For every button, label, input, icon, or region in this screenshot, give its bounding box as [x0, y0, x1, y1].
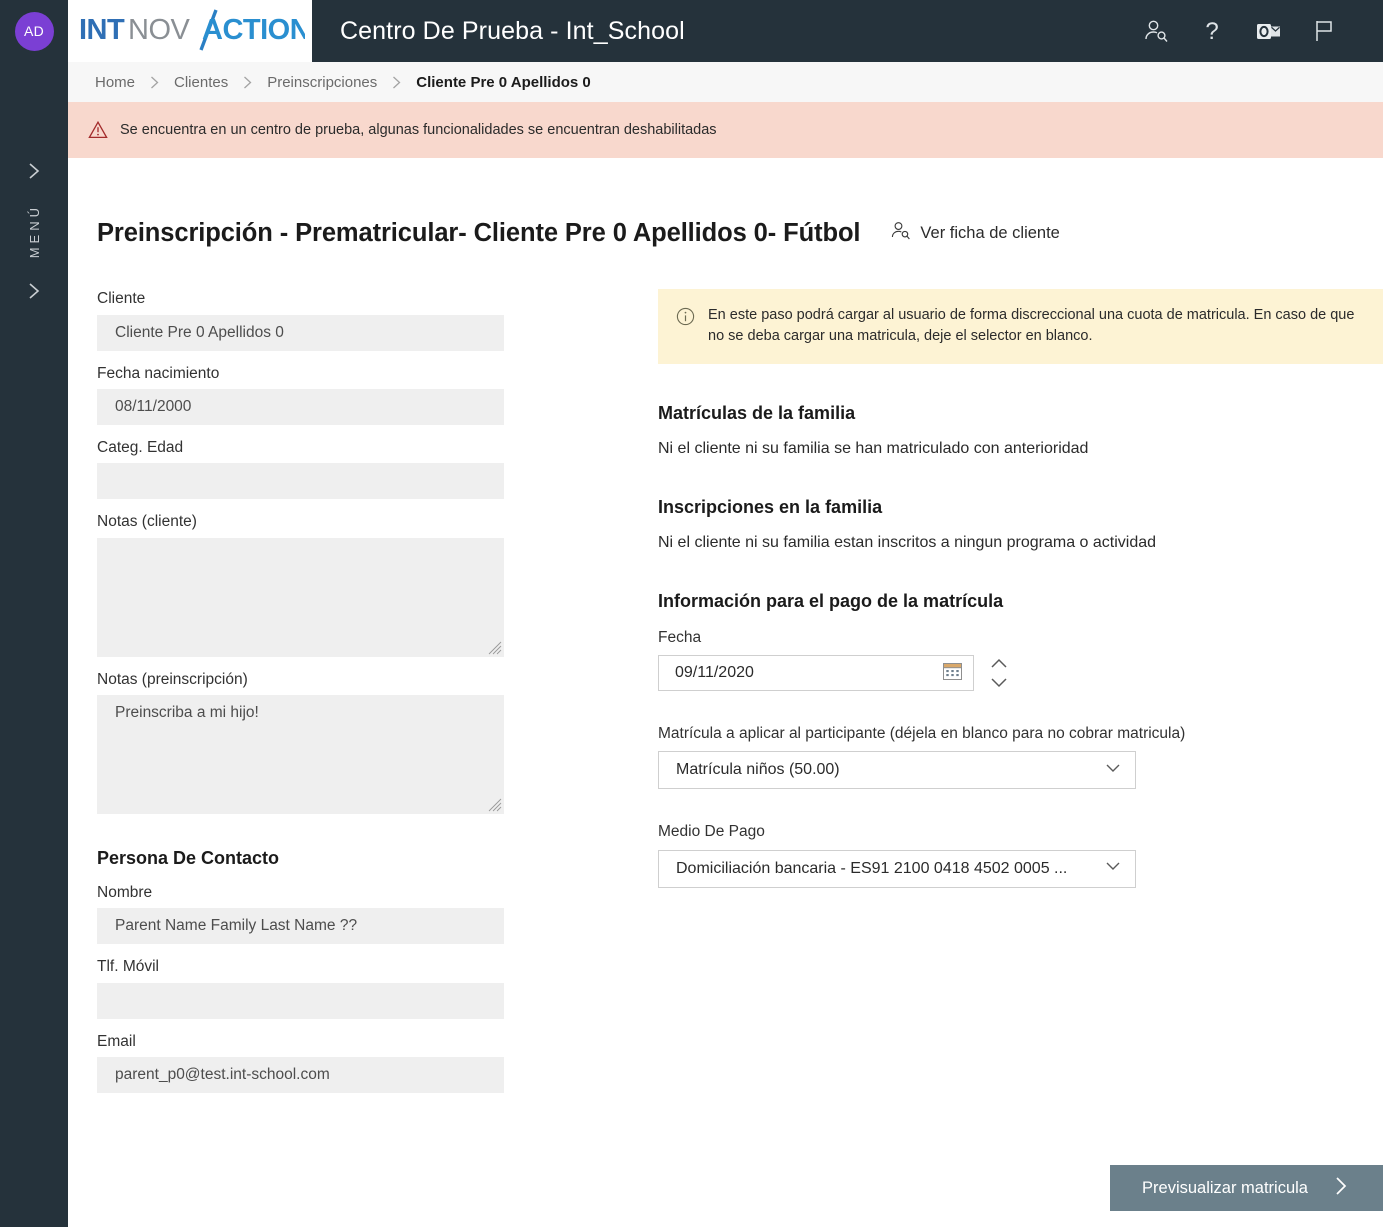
alert-message: Se encuentra en un centro de prueba, alg… — [120, 122, 717, 138]
help-question-icon[interactable]: ? — [1197, 16, 1227, 46]
svg-text:NOV: NOV — [128, 14, 191, 46]
fecha-nacimiento-input[interactable]: 08/11/2000 — [97, 388, 504, 425]
topbar-icon-group: ? — [1141, 0, 1383, 62]
menu-label: MENÚ — [26, 204, 42, 259]
info-circle-icon — [676, 307, 695, 331]
svg-text:?: ? — [1205, 18, 1218, 44]
field-email: Email parent_p0@test.int-school.com — [97, 1032, 627, 1094]
breadcrumb-separator-icon — [241, 75, 254, 90]
breadcrumb: Home Clientes Preinscripciones Cliente P… — [68, 62, 1383, 102]
app-root: AD MENÚ INT NOV ACTION Centro De Prueba … — [0, 0, 1383, 1227]
rail-menu: MENÚ — [0, 160, 68, 302]
field-tlf-movil: Tlf. Móvil — [97, 957, 627, 1019]
person-search-icon[interactable] — [1141, 16, 1171, 46]
breadcrumb-item-preinscripciones[interactable]: Preinscripciones — [267, 74, 377, 91]
field-notas-preinscripcion: Notas (preinscripción) Preinscriba a mi … — [97, 670, 627, 815]
persona-de-contacto-heading: Persona De Contacto — [97, 848, 280, 869]
field-fecha-nacimiento: Fecha nacimiento 08/11/2000 — [97, 364, 627, 425]
menu-expand-bottom-icon[interactable] — [23, 280, 45, 302]
form-columns: Cliente Cliente Pre 0 Apellidos 0 Fecha … — [68, 265, 1383, 1106]
field-label-tlf-movil: Tlf. Móvil — [97, 958, 159, 976]
ver-ficha-de-cliente-link[interactable]: Ver ficha de cliente — [890, 220, 1060, 246]
matricula-aplicar-value: Matrícula niños (50.00) — [676, 761, 840, 779]
top-bar: INT NOV ACTION Centro De Prueba - Int_Sc… — [68, 0, 1383, 62]
breadcrumb-item-home[interactable]: Home — [95, 74, 135, 91]
menu-expand-top-icon[interactable] — [23, 160, 45, 182]
ver-ficha-label: Ver ficha de cliente — [920, 223, 1060, 242]
chevron-up-icon[interactable] — [988, 656, 1010, 671]
notas-preinscripcion-textarea[interactable]: Preinscriba a mi hijo! — [97, 695, 504, 815]
field-nombre: Nombre Parent Name Family Last Name ?? — [97, 883, 627, 945]
field-label-fecha-nacimiento: Fecha nacimiento — [97, 364, 220, 382]
chevron-down-icon[interactable] — [1103, 761, 1123, 780]
field-label-email: Email — [97, 1032, 136, 1050]
calendar-icon[interactable] — [942, 660, 963, 686]
email-input[interactable]: parent_p0@test.int-school.com — [97, 1057, 504, 1094]
breadcrumb-separator-icon — [148, 75, 161, 90]
outlook-mail-icon[interactable] — [1253, 16, 1283, 46]
matricula-info-text: En este paso podrá cargar al usuario de … — [708, 307, 1355, 345]
main-content: Preinscripción - Prematricular- Cliente … — [68, 158, 1383, 1227]
categ-edad-input[interactable] — [97, 463, 504, 500]
chevron-down-icon[interactable] — [1103, 859, 1123, 878]
avatar-wrapper: AD — [0, 0, 68, 62]
page-title: Preinscripción - Prematricular- Cliente … — [97, 219, 861, 248]
nombre-input[interactable]: Parent Name Family Last Name ?? — [97, 908, 504, 945]
fecha-spinner — [984, 656, 1010, 690]
matriculas-familia-heading: Matrículas de la familia — [658, 403, 856, 424]
page-header: Preinscripción - Prematricular- Cliente … — [68, 158, 1383, 265]
app-title: Centro De Prueba - Int_School — [340, 16, 685, 45]
field-notas-cliente: Notas (cliente) — [97, 512, 627, 657]
brand-logo[interactable]: INT NOV ACTION — [68, 0, 312, 62]
notas-cliente-textarea[interactable] — [97, 537, 504, 657]
matriculas-familia-text: Ni el cliente ni su familia se han matri… — [658, 440, 1089, 458]
previsualizar-matricula-label: Previsualizar matricula — [1142, 1178, 1308, 1197]
matricula-aplicar-label: Matrícula a aplicar al participante (déj… — [658, 725, 1186, 743]
fecha-label: Fecha — [658, 629, 702, 647]
avatar[interactable]: AD — [14, 11, 54, 51]
medio-de-pago-select[interactable]: Domiciliación bancaria - ES91 2100 0418 … — [658, 849, 1136, 888]
fecha-input[interactable]: 09/11/2020 — [658, 655, 974, 692]
inscripciones-familia-heading: Inscripciones en la familia — [658, 497, 883, 518]
field-label-notas-preinscripcion: Notas (preinscripción) — [97, 670, 248, 688]
notas-preinscripcion-value: Preinscriba a mi hijo! — [115, 704, 259, 722]
field-label-cliente: Cliente — [97, 290, 146, 308]
chevron-right-icon — [1332, 1175, 1351, 1202]
inscripciones-familia-text: Ni el cliente ni su familia estan inscri… — [658, 534, 1157, 552]
field-cliente: Cliente Cliente Pre 0 Apellidos 0 — [97, 289, 627, 351]
matricula-info-box: En este paso podrá cargar al usuario de … — [658, 289, 1383, 365]
breadcrumb-item-clientes[interactable]: Clientes — [174, 74, 228, 91]
matricula-aplicar-select[interactable]: Matrícula niños (50.00) — [658, 751, 1136, 790]
field-categ-edad: Categ. Edad — [97, 438, 627, 500]
medio-de-pago-value: Domiciliación bancaria - ES91 2100 0418 … — [676, 859, 1068, 877]
flag-icon[interactable] — [1309, 16, 1339, 46]
svg-text:ACTION: ACTION — [202, 14, 305, 46]
breadcrumb-separator-icon — [390, 75, 403, 90]
medio-de-pago-label: Medio De Pago — [658, 823, 765, 841]
field-label-notas-cliente: Notas (cliente) — [97, 513, 197, 531]
svg-text:INT: INT — [79, 14, 125, 46]
fecha-field-row: 09/11/2020 — [658, 655, 1383, 692]
breadcrumb-item-current: Cliente Pre 0 Apellidos 0 — [416, 73, 591, 91]
resize-grip-icon[interactable] — [488, 798, 502, 812]
right-column: En este paso podrá cargar al usuario de … — [658, 289, 1383, 1106]
pago-matricula-heading: Información para el pago de la matrícula — [658, 591, 1004, 612]
field-label-categ-edad: Categ. Edad — [97, 438, 184, 456]
person-search-icon — [890, 220, 911, 246]
tlf-movil-input[interactable] — [97, 982, 504, 1019]
field-label-nombre: Nombre — [97, 884, 153, 902]
test-center-alert-banner: Se encuentra en un centro de prueba, alg… — [68, 102, 1383, 158]
left-rail: AD MENÚ — [0, 0, 68, 1227]
cliente-input[interactable]: Cliente Pre 0 Apellidos 0 — [97, 314, 504, 351]
fecha-value: 09/11/2020 — [675, 664, 754, 682]
previsualizar-matricula-button[interactable]: Previsualizar matricula — [1110, 1165, 1383, 1211]
warning-triangle-icon — [88, 120, 108, 140]
chevron-down-icon[interactable] — [988, 675, 1010, 690]
left-column: Cliente Cliente Pre 0 Apellidos 0 Fecha … — [97, 289, 627, 1106]
resize-grip-icon[interactable] — [488, 641, 502, 655]
